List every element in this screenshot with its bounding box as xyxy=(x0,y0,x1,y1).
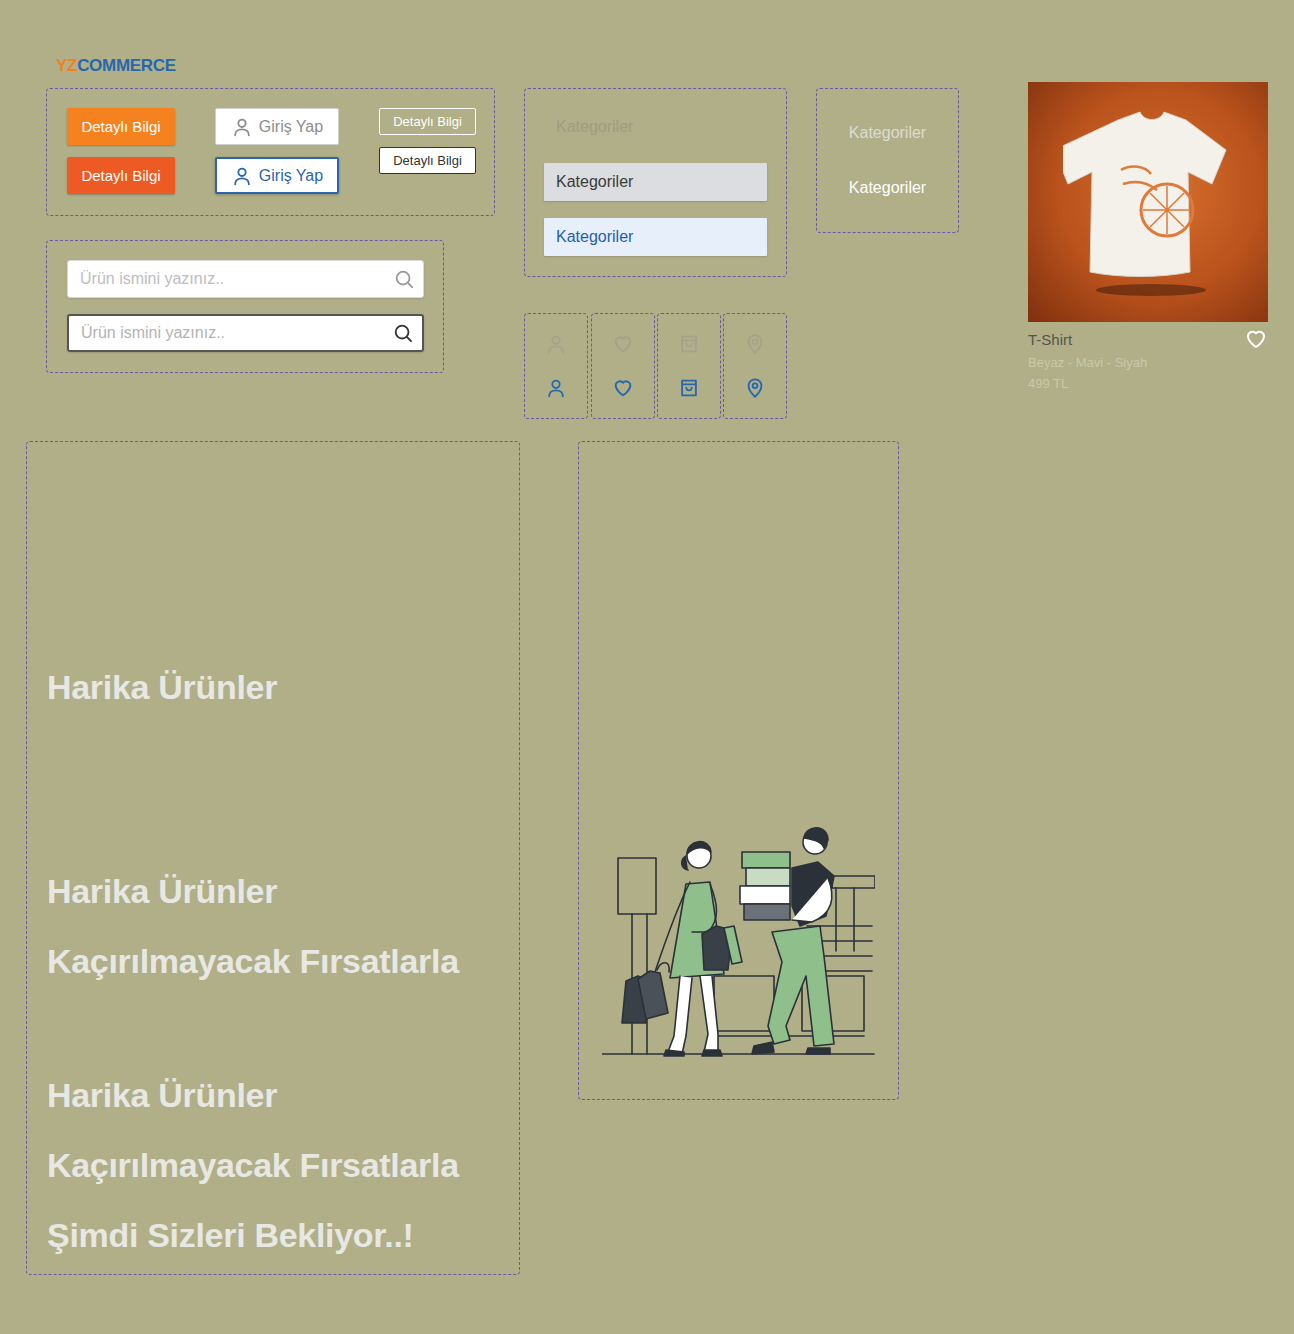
shopping-couple-illustration-icon xyxy=(602,826,875,1064)
user-icon xyxy=(231,165,253,187)
product-price: 499 TL xyxy=(1028,376,1268,391)
hero-line: Kaçırılmayacak Fırsatlarla xyxy=(47,1130,499,1200)
pin-icon[interactable] xyxy=(744,333,766,355)
dark-menu-frame: Kategoriler Kategoriler xyxy=(816,88,959,233)
user-icon[interactable] xyxy=(545,377,567,399)
button-label: Detaylı Bilgi xyxy=(81,118,160,135)
logo-name: COMMERCE xyxy=(77,56,176,76)
solid-button[interactable]: Detaylı Bilgi xyxy=(67,157,175,194)
dark-menu-item[interactable]: Kategoriler xyxy=(825,169,950,207)
menu-item-label: Kategoriler xyxy=(556,173,633,191)
login-button[interactable]: Giriş Yap xyxy=(215,157,339,194)
bag-icon[interactable] xyxy=(678,333,700,355)
button-column: Detaylı Bilgi Detaylı Bilgi xyxy=(67,108,175,194)
design-canvas: YZCOMMERCE Detaylı Bilgi Detaylı Bilgi Giri… xyxy=(0,0,1294,1334)
search-field[interactable] xyxy=(67,314,424,352)
button-label: Detaylı Bilgi xyxy=(81,167,160,184)
logo-prefix: YZ xyxy=(56,56,77,76)
hero-line: Kaçırılmayacak Fırsatlarla xyxy=(47,926,499,996)
search-frame xyxy=(46,240,444,373)
icon-group-frame xyxy=(591,313,655,419)
button-column: Giriş Yap Giriş Yap xyxy=(215,108,339,194)
button-label: Giriş Yap xyxy=(259,167,323,185)
hero-line: Harika Ürünler xyxy=(47,1060,499,1130)
hero-text-frame: Harika ÜrünlerHarika ÜrünlerKaçırılmayac… xyxy=(26,441,520,1275)
menu-item[interactable]: Kategoriler xyxy=(544,163,767,201)
hero-line: Şimdi Sizleri Bekliyor..! xyxy=(47,1200,499,1270)
button-label: Detaylı Bilgi xyxy=(393,114,462,129)
search-icon xyxy=(393,268,415,290)
outline-button[interactable]: Detaylı Bilgi xyxy=(379,147,476,174)
outline-button[interactable]: Detaylı Bilgi xyxy=(379,108,476,135)
bag-icon[interactable] xyxy=(678,377,700,399)
menu-item-label: Kategoriler xyxy=(556,118,633,136)
button-column: Detaylı Bilgi Detaylı Bilgi xyxy=(379,108,476,174)
menu-item[interactable]: Kategoriler xyxy=(544,108,767,146)
favorite-heart-icon[interactable] xyxy=(1244,327,1268,351)
search-field[interactable] xyxy=(67,260,424,298)
icon-group-frame xyxy=(524,313,588,419)
login-button[interactable]: Giriş Yap xyxy=(215,108,339,145)
user-icon xyxy=(231,116,253,138)
search-input[interactable] xyxy=(81,316,392,350)
product-colors: Beyaz - Mavi - Siyah xyxy=(1028,355,1268,370)
tshirt-icon xyxy=(1063,100,1233,304)
product-title-row: T-Shirt xyxy=(1028,327,1268,351)
menu-item[interactable]: Kategoriler xyxy=(544,218,767,256)
menu-frame: Kategoriler Kategoriler Kategoriler xyxy=(524,88,787,277)
dark-menu-item-label: Kategoriler xyxy=(849,179,926,197)
hero-text-group: Harika Ürünler xyxy=(47,652,499,722)
product-image[interactable] xyxy=(1028,82,1268,322)
heart-icon[interactable] xyxy=(612,377,634,399)
hero-text-group: Harika ÜrünlerKaçırılmayacak Fırsatlarla xyxy=(47,856,499,996)
icon-group-frame xyxy=(657,313,721,419)
logo[interactable]: YZCOMMERCE xyxy=(56,56,176,76)
pin-icon[interactable] xyxy=(744,377,766,399)
button-label: Detaylı Bilgi xyxy=(393,153,462,168)
illustration-frame xyxy=(578,441,899,1100)
menu-item-label: Kategoriler xyxy=(556,228,633,246)
buttons-frame: Detaylı BilgiDetaylı BilgiGiriş YapGiriş… xyxy=(46,88,495,216)
heart-icon[interactable] xyxy=(612,333,634,355)
search-icon xyxy=(392,322,414,344)
hero-text-group: Harika ÜrünlerKaçırılmayacak Fırsatlarla… xyxy=(47,1060,499,1270)
hero-line: Harika Ürünler xyxy=(47,856,499,926)
button-label: Giriş Yap xyxy=(259,118,323,136)
search-input[interactable] xyxy=(80,262,393,296)
product-card[interactable]: T-Shirt Beyaz - Mavi - Siyah 499 TL xyxy=(1028,82,1268,391)
hero-line: Harika Ürünler xyxy=(47,652,499,722)
user-icon[interactable] xyxy=(545,333,567,355)
dark-menu-item-label: Kategoriler xyxy=(849,124,926,142)
dark-menu-item[interactable]: Kategoriler xyxy=(825,114,950,152)
icon-group-frame xyxy=(723,313,787,419)
product-title[interactable]: T-Shirt xyxy=(1028,331,1072,348)
solid-button[interactable]: Detaylı Bilgi xyxy=(67,108,175,145)
